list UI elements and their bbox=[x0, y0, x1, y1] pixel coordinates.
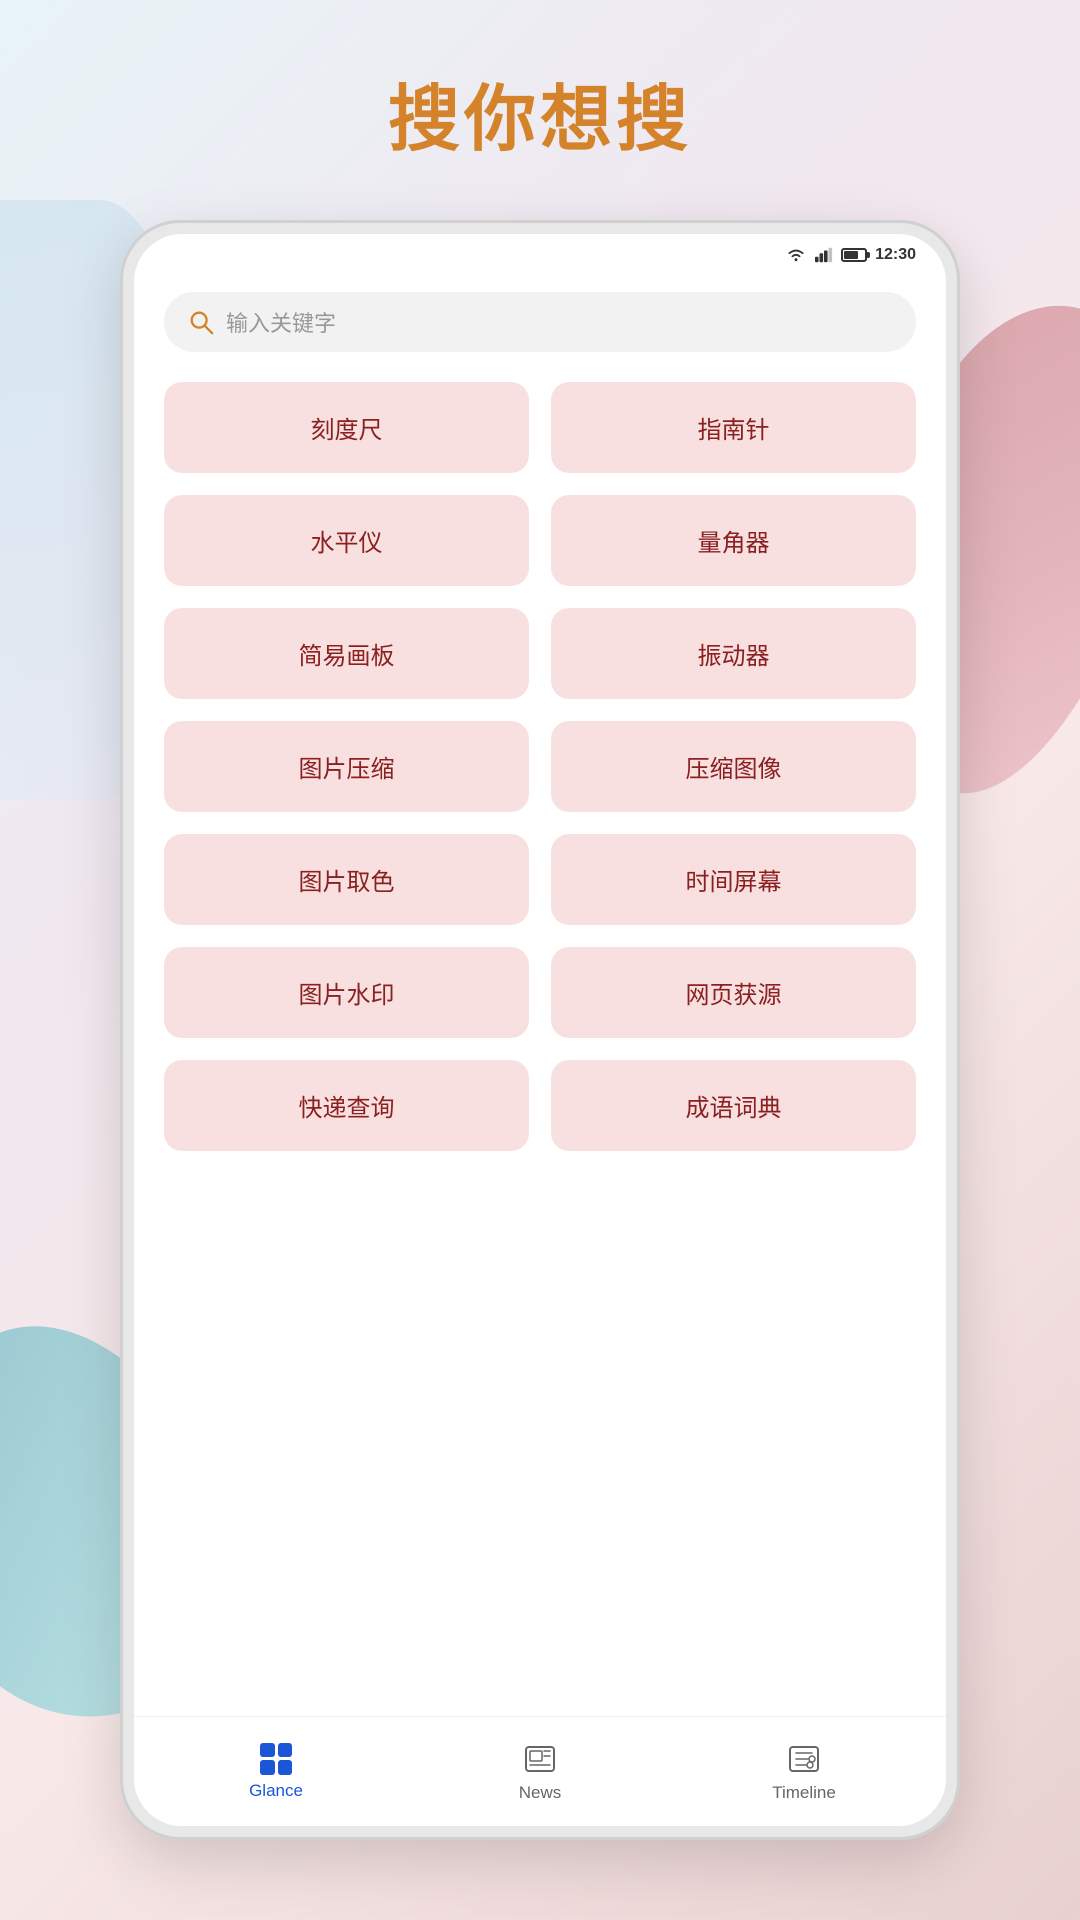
nav-item-glance[interactable]: Glance bbox=[144, 1743, 408, 1801]
search-icon bbox=[188, 309, 214, 335]
tool-btn-sketchpad[interactable]: 简易画板 bbox=[164, 608, 529, 699]
status-time: 12:30 bbox=[875, 246, 916, 264]
wifi-icon bbox=[785, 247, 807, 263]
nav-label-timeline: Timeline bbox=[772, 1783, 836, 1803]
tool-btn-compass[interactable]: 指南针 bbox=[551, 382, 916, 473]
tool-btn-time-screen[interactable]: 时间屏幕 bbox=[551, 834, 916, 925]
nav-item-news[interactable]: News bbox=[408, 1741, 672, 1803]
tool-btn-idiom[interactable]: 成语词典 bbox=[551, 1060, 916, 1151]
tool-btn-level[interactable]: 水平仪 bbox=[164, 495, 529, 586]
tools-grid: 刻度尺 指南针 水平仪 量角器 简易画板 振动器 图片压缩 压缩图像 图片取色 … bbox=[164, 382, 916, 1151]
status-icons: 12:30 bbox=[785, 246, 916, 264]
tool-btn-web-source[interactable]: 网页获源 bbox=[551, 947, 916, 1038]
phone-screen: 12:30 输入关键字 刻度尺 指南针 水平仪 量角器 简易画板 振动器 bbox=[134, 234, 946, 1826]
tool-btn-color-picker[interactable]: 图片取色 bbox=[164, 834, 529, 925]
search-placeholder: 输入关键字 bbox=[226, 306, 336, 338]
scroll-area[interactable]: 输入关键字 刻度尺 指南针 水平仪 量角器 简易画板 振动器 图片压缩 压缩图像… bbox=[134, 272, 946, 1716]
search-bar[interactable]: 输入关键字 bbox=[164, 292, 916, 352]
nav-item-timeline[interactable]: Timeline bbox=[672, 1741, 936, 1803]
tool-btn-courier[interactable]: 快递查询 bbox=[164, 1060, 529, 1151]
battery-icon bbox=[841, 248, 867, 262]
tool-btn-protractor[interactable]: 量角器 bbox=[551, 495, 916, 586]
page-title: 搜你想搜 bbox=[0, 60, 1080, 165]
tool-btn-img-compress[interactable]: 图片压缩 bbox=[164, 721, 529, 812]
glance-icon bbox=[260, 1743, 292, 1775]
signal-icon bbox=[815, 247, 833, 263]
phone-frame: 12:30 输入关键字 刻度尺 指南针 水平仪 量角器 简易画板 振动器 bbox=[120, 220, 960, 1840]
status-bar: 12:30 bbox=[134, 234, 946, 272]
tool-btn-vibrator[interactable]: 振动器 bbox=[551, 608, 916, 699]
tool-btn-ruler[interactable]: 刻度尺 bbox=[164, 382, 529, 473]
news-icon bbox=[522, 1741, 558, 1777]
tool-btn-watermark[interactable]: 图片水印 bbox=[164, 947, 529, 1038]
bottom-nav: Glance News bbox=[134, 1716, 946, 1826]
timeline-icon bbox=[786, 1741, 822, 1777]
nav-label-news: News bbox=[519, 1783, 562, 1803]
nav-label-glance: Glance bbox=[249, 1781, 303, 1801]
tool-btn-img-compress2[interactable]: 压缩图像 bbox=[551, 721, 916, 812]
